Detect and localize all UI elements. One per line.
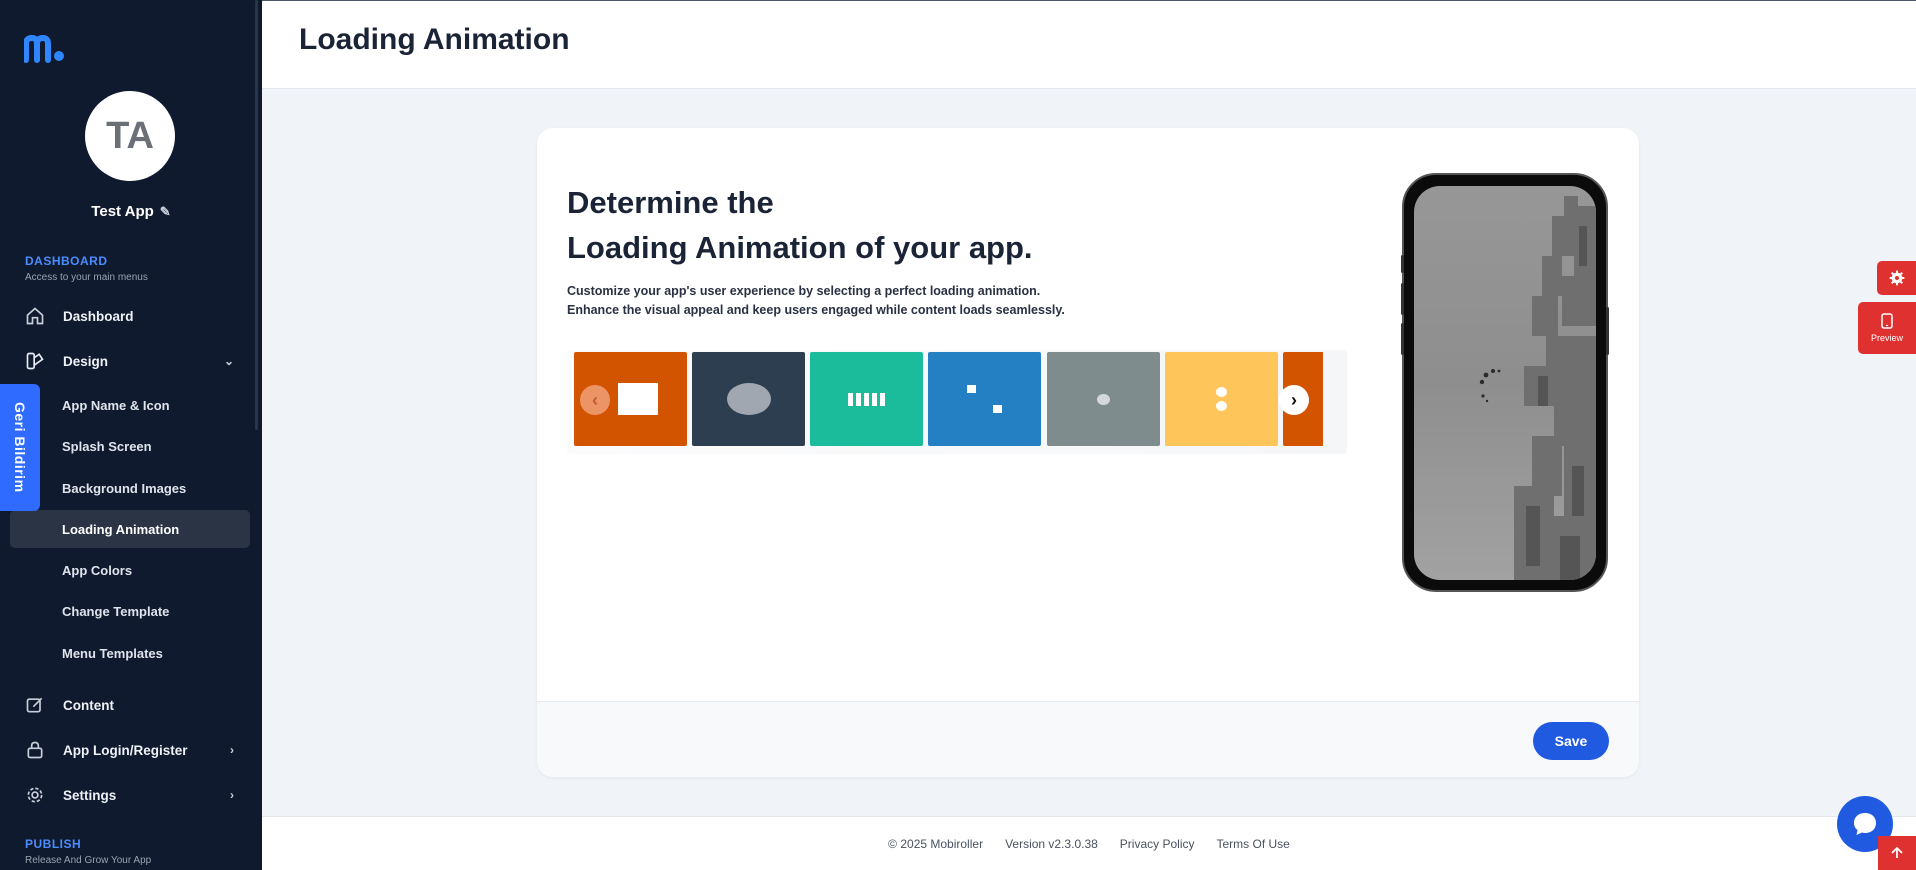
- sidebar-item-design[interactable]: Design ⌄: [10, 342, 250, 380]
- avatar[interactable]: TA: [85, 91, 175, 181]
- chevron-down-icon: ⌄: [223, 354, 234, 368]
- save-button[interactable]: Save: [1533, 722, 1609, 760]
- page-title: Loading Animation: [299, 23, 570, 56]
- home-icon: [24, 305, 46, 327]
- animation-option-4[interactable]: [928, 352, 1041, 446]
- bars-icon: [848, 392, 885, 406]
- settings-float-button[interactable]: [1877, 261, 1916, 295]
- footer-privacy-link[interactable]: Privacy Policy: [1120, 837, 1195, 851]
- preview-label: Preview: [1870, 333, 1903, 343]
- gear-icon: [1889, 270, 1904, 286]
- feedback-tab-label: Geri Bildirim: [12, 402, 28, 493]
- two-dots-icon: [1216, 387, 1227, 411]
- sidebar-item-label: Settings: [63, 787, 117, 803]
- publish-section-title: PUBLISH: [25, 837, 82, 851]
- sidebar-item-label: Dashboard: [63, 308, 134, 324]
- app-name-label: Test App: [91, 203, 154, 220]
- sidebar-item-label: Design: [63, 353, 109, 369]
- card-heading-line1: Determine the: [567, 185, 774, 220]
- animation-option-2[interactable]: [692, 352, 805, 446]
- chevron-right-icon: ›: [230, 743, 234, 757]
- sidebar-subitem-splash-screen[interactable]: Splash Screen: [10, 427, 250, 465]
- publish-section-subtitle: Release And Grow Your App: [25, 855, 152, 866]
- ellipse-icon: [726, 383, 771, 415]
- loading-spinner-icon: [1479, 369, 1501, 403]
- chevron-right-icon: ›: [230, 788, 234, 802]
- sidebar-subitem-app-colors[interactable]: App Colors: [10, 551, 250, 589]
- sidebar-item-dashboard[interactable]: Dashboard: [10, 297, 250, 335]
- sidebar-subitem-loading-animation[interactable]: Loading Animation: [10, 510, 250, 548]
- sidebar-subitem-menu-templates[interactable]: Menu Templates: [10, 634, 250, 672]
- card-description-line2: Enhance the visual appeal and keep users…: [567, 303, 1065, 317]
- sidebar-item-content[interactable]: Content: [10, 686, 250, 724]
- page-header: Loading Animation: [262, 0, 1916, 89]
- footer-terms-link[interactable]: Terms Of Use: [1216, 837, 1289, 851]
- two-squares-icon: [963, 379, 1007, 419]
- lock-icon: [24, 739, 46, 761]
- dashboard-section-title: DASHBOARD: [25, 254, 108, 268]
- palette-icon: [24, 350, 46, 372]
- app-name[interactable]: Test App ✎: [0, 203, 262, 220]
- sidebar-item-settings[interactable]: Settings ›: [10, 776, 250, 814]
- pencil-icon[interactable]: ✎: [160, 204, 171, 219]
- loading-animation-card: Determine the Loading Animation of your …: [537, 128, 1639, 777]
- animation-option-6[interactable]: [1165, 352, 1278, 446]
- card-heading-line2: Loading Animation of your app.: [567, 230, 1033, 265]
- phone-screen: [1414, 186, 1596, 580]
- card-heading: Determine the Loading Animation of your …: [567, 180, 1033, 270]
- animation-option-5[interactable]: [1047, 352, 1160, 446]
- carousel-next-button[interactable]: ›: [1279, 385, 1309, 415]
- square-icon: [617, 383, 658, 415]
- footer-copyright: © 2025 Mobiroller: [888, 836, 984, 851]
- sidebar-item-label: Content: [63, 697, 114, 713]
- feedback-tab[interactable]: Geri Bildirim: [0, 384, 40, 511]
- phone-preview: [1401, 173, 1609, 592]
- city-skyline-image: [1479, 196, 1596, 580]
- animation-option-3[interactable]: [810, 352, 923, 446]
- phone-icon: [1881, 313, 1893, 329]
- mobiroller-logo[interactable]: [24, 34, 66, 64]
- animation-tiles: [574, 352, 1323, 446]
- sidebar-subitem-background-images[interactable]: Background Images: [10, 469, 250, 507]
- card-footer: Save: [537, 701, 1639, 777]
- carousel-prev-button[interactable]: ‹: [580, 385, 610, 415]
- edit-icon: [24, 694, 46, 716]
- card-description-line1: Customize your app's user experience by …: [567, 284, 1041, 298]
- footer-version: Version v2.3.0.38: [1005, 836, 1098, 851]
- dot-icon: [1097, 393, 1110, 405]
- sidebar-subitem-change-template[interactable]: Change Template: [10, 592, 250, 630]
- sidebar-subitem-app-name-icon[interactable]: App Name & Icon: [10, 386, 250, 424]
- dashboard-section-subtitle: Access to your main menus: [25, 272, 148, 283]
- sidebar-item-label: App Login/Register: [63, 742, 188, 758]
- page-footer: © 2025 Mobiroller Version v2.3.0.38 Priv…: [262, 816, 1916, 870]
- scroll-to-top-button[interactable]: [1878, 836, 1916, 870]
- preview-float-button[interactable]: Preview: [1858, 302, 1916, 354]
- sidebar-item-app-login-register[interactable]: App Login/Register ›: [10, 731, 250, 769]
- gear-icon: [24, 784, 46, 806]
- chat-bubble-icon: [1854, 813, 1876, 835]
- arrow-up-icon: [1891, 846, 1903, 858]
- card-description: Customize your app's user experience by …: [567, 282, 1065, 320]
